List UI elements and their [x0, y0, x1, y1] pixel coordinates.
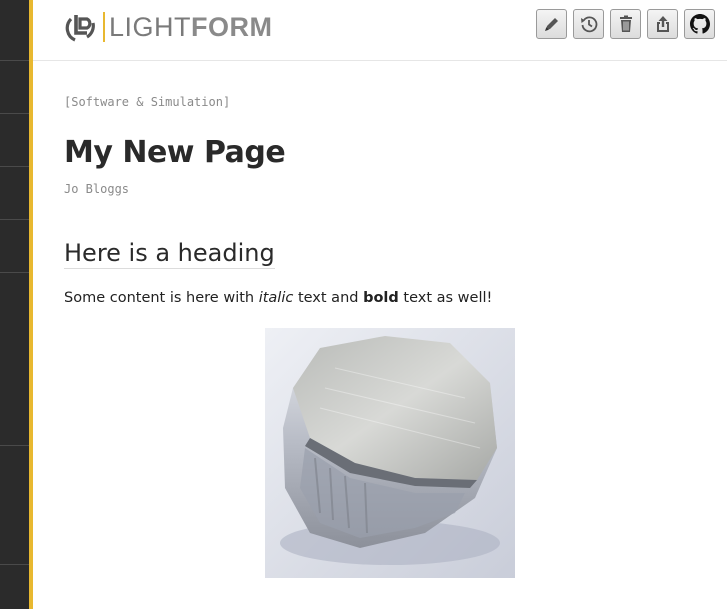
history-icon	[580, 16, 597, 33]
lightform-logo[interactable]: LIGHTFORM	[65, 10, 273, 44]
accent-bar	[29, 0, 33, 609]
sidebar-divider	[0, 564, 29, 565]
bold-text: bold	[363, 290, 399, 306]
sidebar-divider	[0, 166, 29, 167]
paragraph-text: Some content is here with	[64, 290, 259, 306]
sidebar-divider	[0, 219, 29, 220]
logo-text: LIGHTFORM	[109, 12, 273, 43]
paragraph: Some content is here with italic text an…	[64, 290, 492, 306]
author-name: Jo Bloggs	[64, 182, 130, 196]
page-title: My New Page	[64, 135, 286, 170]
toolbar	[536, 9, 715, 39]
section-heading: Here is a heading	[64, 239, 275, 269]
export-button[interactable]	[647, 9, 678, 39]
upload-icon	[656, 16, 669, 32]
category-label[interactable]: [Software & Simulation]	[64, 95, 230, 109]
github-button[interactable]	[684, 9, 715, 39]
italic-text: italic	[258, 290, 294, 306]
sidebar-divider	[0, 445, 29, 446]
sidebar-divider	[0, 60, 29, 61]
sidebar-divider	[0, 113, 29, 114]
metal-sample-illustration	[265, 328, 515, 578]
paragraph-text: text as well!	[398, 290, 493, 306]
history-button[interactable]	[573, 9, 604, 39]
logo-divider	[103, 12, 105, 42]
trash-icon	[619, 15, 632, 32]
header: LIGHTFORM	[33, 0, 727, 61]
logo-mark-icon	[65, 15, 95, 42]
github-icon	[689, 14, 710, 34]
pencil-icon	[544, 18, 558, 31]
logo-text-light: LIGHT	[109, 11, 192, 42]
sidebar	[0, 0, 29, 609]
logo-text-bold: FORM	[191, 11, 273, 42]
edit-button[interactable]	[536, 9, 567, 39]
delete-button[interactable]	[610, 9, 641, 39]
sidebar-divider	[0, 272, 29, 273]
metal-sample-image	[265, 328, 515, 578]
paragraph-text: text and	[293, 290, 364, 306]
